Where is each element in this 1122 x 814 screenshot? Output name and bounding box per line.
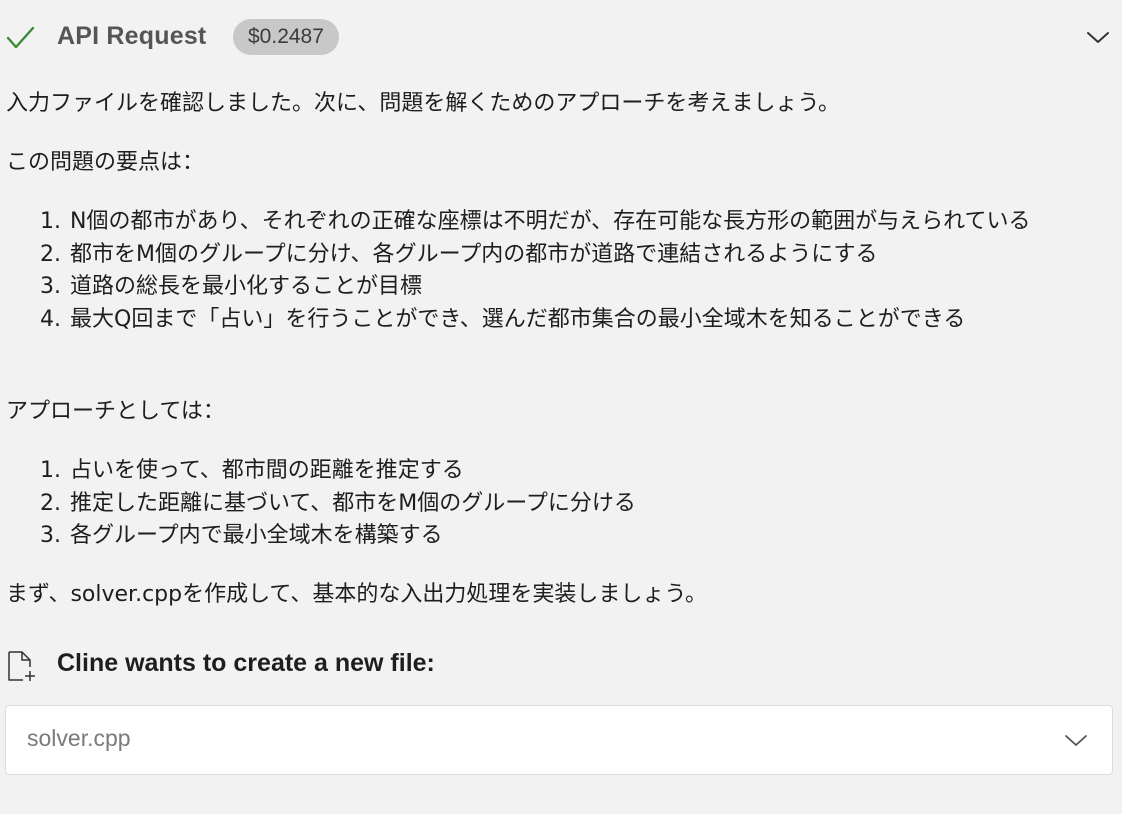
list-text: 占いを使って、都市間の距離を推定する xyxy=(70,458,464,483)
file-name: solver.cpp xyxy=(27,725,131,751)
check-icon xyxy=(6,26,35,49)
chevron-down-icon[interactable] xyxy=(1064,732,1088,748)
approach-list: 1. 占いを使って、都市間の距離を推定する 2. 推定した距離に基づいて、都市を… xyxy=(6,455,1106,553)
list-text: 道路の総長を最小化することが目標 xyxy=(70,274,423,299)
list-text: 都市をM個のグループに分け、各グループ内の都市が道路で連結されるようにする xyxy=(70,241,878,267)
list-item: 1. 占いを使って、都市間の距離を推定する xyxy=(6,455,1106,488)
list-number: 3. xyxy=(40,274,61,299)
approach-heading: アプローチとしては： xyxy=(6,399,225,424)
first-step-text: まず、solver.cppを作成して、基本的な入出力処理を実装しましょう。 xyxy=(6,582,708,607)
list-item: 3. 道路の総長を最小化することが目標 xyxy=(6,271,1106,304)
list-number: 4. xyxy=(40,306,61,332)
cost-badge: $0.2487 xyxy=(233,19,339,55)
create-file-label: Cline wants to create a new file: xyxy=(57,649,435,677)
list-number: 1. xyxy=(40,209,61,234)
points-list: 1. N個の都市があり、それぞれの正確な座標は不明だが、存在可能な長方形の範囲が… xyxy=(6,206,1106,336)
list-item: 1. N個の都市があり、それぞれの正確な座標は不明だが、存在可能な長方形の範囲が… xyxy=(6,206,1106,239)
list-item: 4. 最大Q回まで「占い」を行うことができ、選んだ都市集合の最小全域木を知ること… xyxy=(6,304,1106,337)
create-file-row: Cline wants to create a new file: xyxy=(6,648,706,684)
list-item: 2. 推定した距離に基づいて、都市をM個のグループに分ける xyxy=(6,488,1106,521)
list-item: 3. 各グループ内で最小全域木を構築する xyxy=(6,520,1106,553)
list-number: 3. xyxy=(40,523,61,548)
file-preview-toggle[interactable]: solver.cpp xyxy=(5,705,1113,775)
chat-panel: API Request $0.2487 入力ファイルを確認しました。次に、問題を… xyxy=(0,0,1122,814)
list-number: 2. xyxy=(40,241,61,267)
chevron-down-icon[interactable] xyxy=(1085,28,1111,46)
api-request-header[interactable]: API Request $0.2487 xyxy=(0,14,1122,62)
list-number: 1. xyxy=(40,458,61,483)
list-text: 最大Q回まで「占い」を行うことができ、選んだ都市集合の最小全域木を知ることができ… xyxy=(70,306,966,332)
list-text: 推定した距離に基づいて、都市をM個のグループに分ける xyxy=(70,490,636,516)
list-text: 各グループ内で最小全域木を構築する xyxy=(70,523,443,548)
list-number: 2. xyxy=(40,490,61,516)
api-request-title: API Request xyxy=(57,22,207,50)
points-heading: この問題の要点は： xyxy=(6,150,205,175)
list-text: N個の都市があり、それぞれの正確な座標は不明だが、存在可能な長方形の範囲が与えら… xyxy=(70,209,1031,234)
file-plus-icon xyxy=(8,651,35,681)
list-item: 2. 都市をM個のグループに分け、各グループ内の都市が道路で連結されるようにする xyxy=(6,239,1106,272)
message-intro: 入力ファイルを確認しました。次に、問題を解くためのアプローチを考えましょう。 xyxy=(6,91,841,116)
